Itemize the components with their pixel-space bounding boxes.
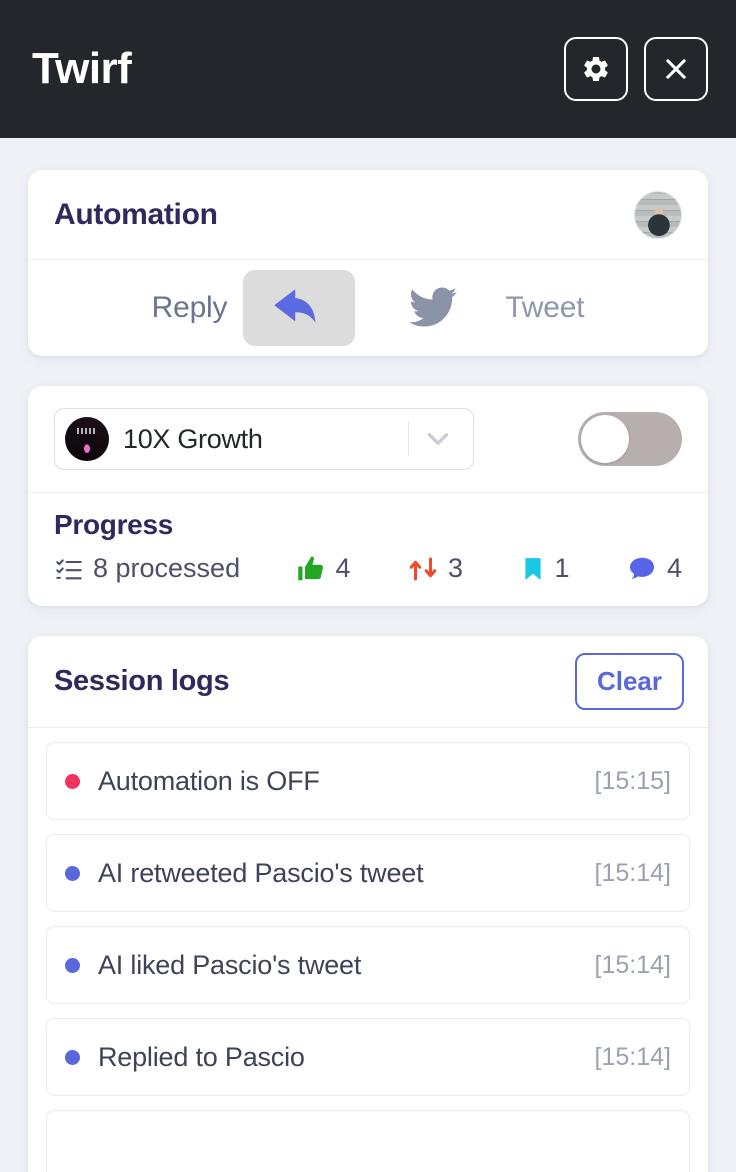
- log-item[interactable]: Replied to Pascio [15:14]: [46, 1018, 690, 1096]
- log-time: [15:15]: [594, 766, 671, 795]
- log-text: Automation is OFF: [98, 765, 320, 796]
- checklist-icon: [54, 555, 84, 583]
- tweet-mode-button[interactable]: [377, 270, 489, 346]
- campaign-progress-card: 10X Growth Progress 8 processed 4 3 1 4: [28, 386, 708, 606]
- progress-section: Progress 8 processed 4 3 1 4: [28, 493, 708, 606]
- session-logs-title: Session logs: [54, 665, 230, 697]
- stat-comments-value: 4: [667, 553, 683, 583]
- titlebar-actions: [564, 37, 708, 101]
- clear-logs-button[interactable]: Clear: [574, 653, 684, 710]
- mode-label-reply: Reply: [151, 291, 228, 324]
- automation-title: Automation: [54, 197, 218, 231]
- log-status-dot: [65, 957, 80, 973]
- log-status-dot: [65, 1049, 80, 1065]
- log-item[interactable]: [46, 1110, 690, 1172]
- thumbs-up-icon: [297, 554, 327, 584]
- automation-toggle[interactable]: [578, 412, 682, 466]
- log-text: AI liked Pascio's tweet: [98, 949, 362, 980]
- mode-toggle-row: Reply Tweet: [28, 260, 708, 356]
- log-status-dot: [65, 773, 80, 789]
- stat-likes: 4: [297, 553, 351, 584]
- progress-title: Progress: [54, 509, 173, 540]
- log-status-dot: [65, 865, 80, 881]
- stat-processed: 8 processed: [54, 553, 240, 584]
- log-item[interactable]: AI retweeted Pascio's tweet [15:14]: [46, 834, 690, 912]
- log-time: [15:14]: [594, 858, 671, 887]
- log-item[interactable]: Automation is OFF [15:15]: [46, 742, 690, 820]
- log-text: AI retweeted Pascio's tweet: [98, 857, 424, 888]
- settings-button[interactable]: [564, 37, 628, 101]
- avatar[interactable]: [634, 190, 682, 239]
- automation-card: Automation Reply Tweet: [28, 170, 708, 356]
- log-text: Replied to Pascio: [98, 1041, 305, 1072]
- session-logs-card: Session logs Clear Automation is OFF [15…: [28, 636, 708, 1172]
- progress-stats: 8 processed 4 3 1 4: [54, 553, 682, 584]
- close-icon: [662, 55, 690, 83]
- log-time: [15:14]: [594, 950, 671, 979]
- stat-likes-value: 4: [335, 553, 351, 583]
- stat-retweets: 3: [407, 553, 463, 584]
- gear-icon: [581, 54, 611, 84]
- automation-header: Automation: [28, 170, 708, 260]
- stat-bookmarks-value: 1: [554, 553, 570, 583]
- stat-retweets-value: 3: [448, 553, 464, 583]
- campaign-select[interactable]: 10X Growth: [54, 408, 474, 470]
- campaign-select-value: 10X Growth: [123, 423, 263, 454]
- reply-arrow-icon: [272, 283, 326, 334]
- session-logs-list: Automation is OFF [15:15] AI retweeted P…: [28, 728, 708, 1172]
- campaign-avatar: [65, 417, 109, 461]
- retweet-icon: [407, 554, 439, 584]
- stat-comments: 4: [626, 553, 682, 584]
- chevron-down-icon[interactable]: [409, 422, 467, 456]
- session-logs-header: Session logs Clear: [28, 636, 708, 728]
- app-title: Twirf: [32, 44, 132, 93]
- close-button[interactable]: [644, 37, 708, 101]
- reply-mode-button[interactable]: [243, 270, 356, 346]
- mode-label-tweet: Tweet: [505, 291, 585, 324]
- log-time: [15:14]: [594, 1042, 671, 1071]
- bookmark-icon: [520, 554, 546, 584]
- app-titlebar: Twirf: [0, 0, 736, 138]
- toggle-knob: [581, 415, 629, 463]
- twitter-bird-icon: [405, 283, 461, 334]
- stat-bookmarks: 1: [520, 553, 570, 584]
- campaign-row: 10X Growth: [28, 386, 708, 493]
- comment-icon: [626, 554, 658, 584]
- log-item[interactable]: AI liked Pascio's tweet [15:14]: [46, 926, 690, 1004]
- stat-processed-label: 8 processed: [93, 553, 241, 583]
